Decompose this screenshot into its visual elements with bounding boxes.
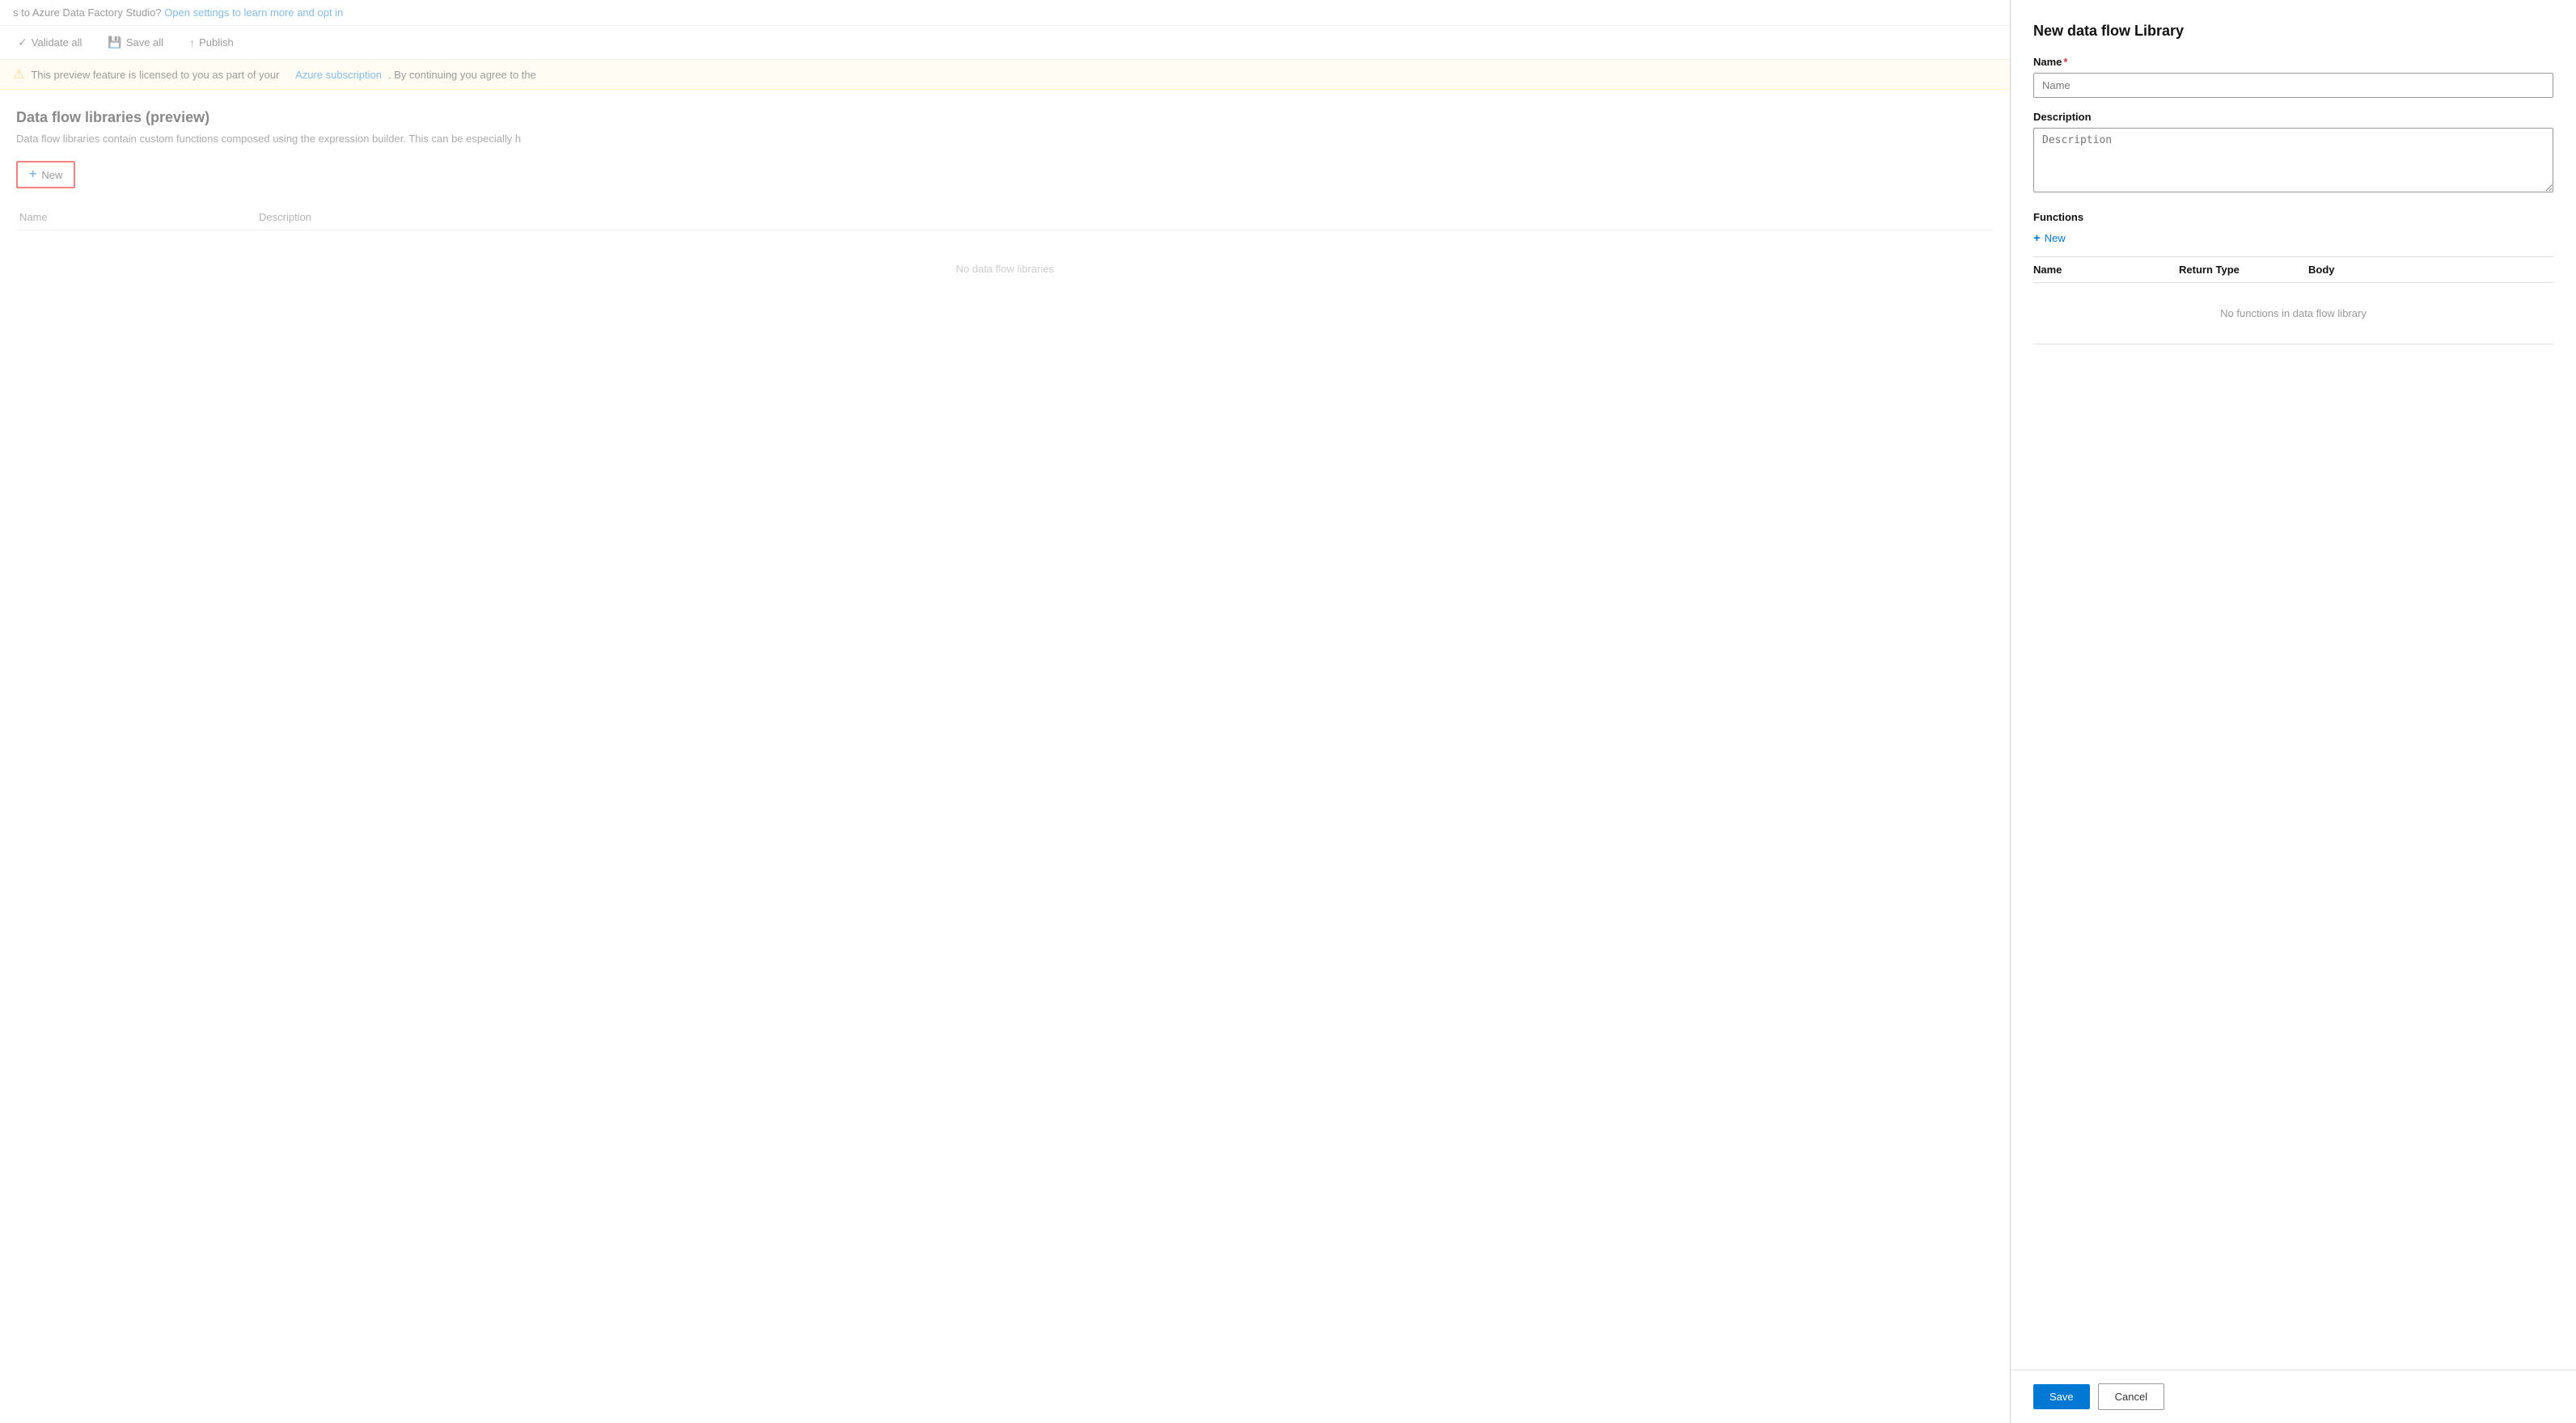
col-desc-header: Description — [259, 211, 1994, 223]
cancel-button[interactable]: Cancel — [2098, 1383, 2164, 1410]
warning-banner: ⚠ This preview feature is licensed to yo… — [0, 60, 2010, 90]
validate-all-button[interactable]: ✓ Validate all — [13, 32, 87, 53]
functions-plus-icon: + — [2033, 231, 2041, 245]
page-title: Data flow libraries (preview) — [16, 109, 1994, 126]
warning-text-after: . By continuing you agree to the — [388, 69, 536, 81]
left-panel: s to Azure Data Factory Studio? Open set… — [0, 0, 2010, 1423]
table-header: Name Description — [16, 205, 1994, 230]
dialog-footer: Save Cancel — [2011, 1370, 2576, 1423]
publish-icon: ↑ — [189, 36, 195, 49]
description-field-label: Description — [2033, 111, 2553, 123]
new-library-button[interactable]: + New — [16, 161, 75, 188]
col-name-header: Name — [16, 211, 259, 223]
name-field-label: Name* — [2033, 56, 2553, 68]
validate-all-label: Validate all — [32, 36, 82, 49]
subscription-link[interactable]: Azure subscription — [295, 69, 382, 81]
fn-col-return-header: Return Type — [2179, 264, 2308, 276]
publish-button[interactable]: ↑ Publish — [184, 33, 239, 53]
warning-icon: ⚠ — [13, 66, 24, 82]
top-banner-link[interactable]: Open settings to learn more and opt in — [164, 6, 343, 19]
functions-section: Functions + New Name Return Type Body No… — [2033, 211, 2553, 344]
description-textarea[interactable] — [2033, 128, 2553, 192]
functions-empty-state: No functions in data flow library — [2033, 283, 2553, 344]
warning-text: This preview feature is licensed to you … — [31, 69, 279, 81]
save-icon: 💾 — [108, 36, 121, 49]
top-banner-text: s to Azure Data Factory Studio? — [13, 6, 162, 19]
top-banner: s to Azure Data Factory Studio? Open set… — [0, 0, 2010, 26]
fn-col-body-header: Body — [2308, 264, 2553, 276]
save-all-label: Save all — [126, 36, 163, 49]
validate-icon: ✓ — [18, 36, 27, 49]
functions-label: Functions — [2033, 211, 2553, 223]
name-required-indicator: * — [2063, 56, 2067, 68]
main-content: Data flow libraries (preview) Data flow … — [0, 90, 2010, 1423]
dialog-content: New data flow Library Name* Description … — [2011, 0, 2576, 1370]
new-button-label: New — [41, 169, 62, 181]
page-description: Data flow libraries contain custom funct… — [16, 133, 582, 145]
fn-col-name-header: Name — [2033, 264, 2179, 276]
functions-new-label: New — [2045, 232, 2066, 244]
dialog-panel: New data flow Library Name* Description … — [2010, 0, 2576, 1423]
dialog-title: New data flow Library — [2033, 23, 2553, 40]
name-input[interactable] — [2033, 73, 2553, 98]
toolbar: ✓ Validate all 💾 Save all ↑ Publish — [0, 26, 2010, 60]
functions-table-header: Name Return Type Body — [2033, 256, 2553, 283]
functions-new-button[interactable]: + New — [2033, 231, 2066, 245]
publish-label: Publish — [199, 36, 234, 49]
save-button[interactable]: Save — [2033, 1384, 2090, 1409]
save-all-button[interactable]: 💾 Save all — [103, 32, 168, 53]
empty-state: No data flow libraries — [16, 263, 1994, 275]
plus-icon: + — [29, 167, 36, 182]
